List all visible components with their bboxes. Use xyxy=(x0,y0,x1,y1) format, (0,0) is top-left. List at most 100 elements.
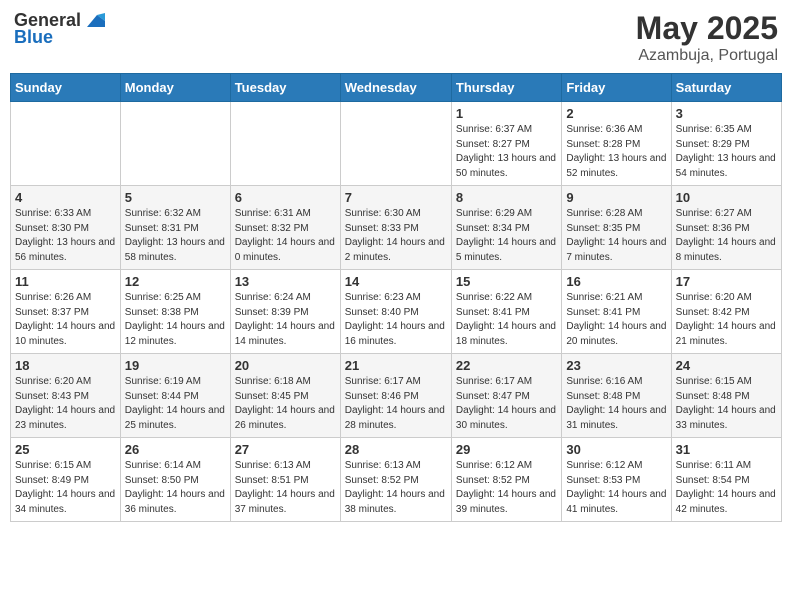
calendar-cell: 1 Sunrise: 6:37 AM Sunset: 8:27 PM Daylig… xyxy=(451,102,561,186)
day-info: Sunrise: 6:13 AM Sunset: 8:52 PM Dayligh… xyxy=(345,459,447,517)
calendar-cell: 12 Sunrise: 6:25 AM Sunset: 8:38 PM Dayli… xyxy=(120,270,230,354)
calendar-week-row: 11 Sunrise: 6:26 AM Sunset: 8:37 PM Dayli… xyxy=(11,270,782,354)
day-info: Sunrise: 6:26 AM Sunset: 8:37 PM Dayligh… xyxy=(15,291,116,349)
day-info: Sunrise: 6:21 AM Sunset: 8:41 PM Dayligh… xyxy=(566,291,666,349)
calendar-cell: 20 Sunrise: 6:18 AM Sunset: 8:45 PM Dayli… xyxy=(230,354,340,438)
page-header: General Blue May 2025 Azambuja, Portugal xyxy=(10,10,782,65)
calendar-cell: 9 Sunrise: 6:28 AM Sunset: 8:35 PM Daylig… xyxy=(562,186,671,270)
day-number: 13 xyxy=(235,274,336,289)
calendar-cell: 16 Sunrise: 6:21 AM Sunset: 8:41 PM Dayli… xyxy=(562,270,671,354)
day-number: 19 xyxy=(125,358,226,373)
calendar-cell: 15 Sunrise: 6:22 AM Sunset: 8:41 PM Dayli… xyxy=(451,270,561,354)
day-number: 1 xyxy=(456,106,557,121)
calendar-table: SundayMondayTuesdayWednesdayThursdayFrid… xyxy=(10,73,782,522)
day-number: 15 xyxy=(456,274,557,289)
calendar-cell: 21 Sunrise: 6:17 AM Sunset: 8:46 PM Dayli… xyxy=(340,354,451,438)
calendar-week-row: 25 Sunrise: 6:15 AM Sunset: 8:49 PM Dayli… xyxy=(11,438,782,522)
day-number: 8 xyxy=(456,190,557,205)
day-header-sunday: Sunday xyxy=(11,74,121,102)
day-number: 2 xyxy=(566,106,666,121)
day-info: Sunrise: 6:16 AM Sunset: 8:48 PM Dayligh… xyxy=(566,375,666,433)
day-info: Sunrise: 6:29 AM Sunset: 8:34 PM Dayligh… xyxy=(456,207,557,265)
day-info: Sunrise: 6:33 AM Sunset: 8:30 PM Dayligh… xyxy=(15,207,116,265)
day-info: Sunrise: 6:17 AM Sunset: 8:46 PM Dayligh… xyxy=(345,375,447,433)
day-header-thursday: Thursday xyxy=(451,74,561,102)
calendar-cell: 10 Sunrise: 6:27 AM Sunset: 8:36 PM Dayli… xyxy=(671,186,781,270)
calendar-header-row: SundayMondayTuesdayWednesdayThursdayFrid… xyxy=(11,74,782,102)
day-info: Sunrise: 6:15 AM Sunset: 8:49 PM Dayligh… xyxy=(15,459,116,517)
day-number: 17 xyxy=(676,274,777,289)
day-number: 10 xyxy=(676,190,777,205)
day-number: 12 xyxy=(125,274,226,289)
day-number: 22 xyxy=(456,358,557,373)
calendar-cell: 18 Sunrise: 6:20 AM Sunset: 8:43 PM Dayli… xyxy=(11,354,121,438)
day-number: 24 xyxy=(676,358,777,373)
day-info: Sunrise: 6:35 AM Sunset: 8:29 PM Dayligh… xyxy=(676,123,777,181)
day-info: Sunrise: 6:14 AM Sunset: 8:50 PM Dayligh… xyxy=(125,459,226,517)
day-number: 29 xyxy=(456,442,557,457)
calendar-cell: 5 Sunrise: 6:32 AM Sunset: 8:31 PM Daylig… xyxy=(120,186,230,270)
day-info: Sunrise: 6:28 AM Sunset: 8:35 PM Dayligh… xyxy=(566,207,666,265)
day-info: Sunrise: 6:12 AM Sunset: 8:52 PM Dayligh… xyxy=(456,459,557,517)
day-info: Sunrise: 6:25 AM Sunset: 8:38 PM Dayligh… xyxy=(125,291,226,349)
calendar-cell: 4Sunrise: 6:33 AM Sunset: 8:30 PM Daylig… xyxy=(11,186,121,270)
calendar-cell: 30Sunrise: 6:12 AM Sunset: 8:53 PM Dayli… xyxy=(562,438,671,522)
day-number: 23 xyxy=(566,358,666,373)
day-number: 7 xyxy=(345,190,447,205)
day-number: 11 xyxy=(15,274,116,289)
day-info: Sunrise: 6:22 AM Sunset: 8:41 PM Dayligh… xyxy=(456,291,557,349)
day-info: Sunrise: 6:30 AM Sunset: 8:33 PM Dayligh… xyxy=(345,207,447,265)
day-info: Sunrise: 6:32 AM Sunset: 8:31 PM Dayligh… xyxy=(125,207,226,265)
calendar-cell: 24 Sunrise: 6:15 AM Sunset: 8:48 PM Dayli… xyxy=(671,354,781,438)
calendar-cell: 11 Sunrise: 6:26 AM Sunset: 8:37 PM Dayli… xyxy=(11,270,121,354)
day-info: Sunrise: 6:20 AM Sunset: 8:43 PM Dayligh… xyxy=(15,375,116,433)
day-number: 20 xyxy=(235,358,336,373)
day-header-friday: Friday xyxy=(562,74,671,102)
day-info: Sunrise: 6:18 AM Sunset: 8:45 PM Dayligh… xyxy=(235,375,336,433)
calendar-cell xyxy=(340,102,451,186)
calendar-cell xyxy=(11,102,121,186)
day-number: 5 xyxy=(125,190,226,205)
day-number: 21 xyxy=(345,358,447,373)
logo-icon xyxy=(83,13,105,29)
day-header-wednesday: Wednesday xyxy=(340,74,451,102)
location: Azambuja, Portugal xyxy=(636,47,778,65)
calendar-cell: 6Sunrise: 6:31 AM Sunset: 8:32 PM Daylig… xyxy=(230,186,340,270)
calendar-week-row: 18 Sunrise: 6:20 AM Sunset: 8:43 PM Dayli… xyxy=(11,354,782,438)
calendar-cell: 19 Sunrise: 6:19 AM Sunset: 8:44 PM Dayli… xyxy=(120,354,230,438)
day-info: Sunrise: 6:12 AM Sunset: 8:53 PM Dayligh… xyxy=(566,459,666,517)
month-year: May 2025 xyxy=(636,10,778,47)
calendar-week-row: 1 Sunrise: 6:37 AM Sunset: 8:27 PM Daylig… xyxy=(11,102,782,186)
day-number: 16 xyxy=(566,274,666,289)
day-number: 31 xyxy=(676,442,777,457)
calendar-cell: 29 Sunrise: 6:12 AM Sunset: 8:52 PM Dayli… xyxy=(451,438,561,522)
day-info: Sunrise: 6:31 AM Sunset: 8:32 PM Dayligh… xyxy=(235,207,336,265)
day-number: 25 xyxy=(15,442,116,457)
day-header-saturday: Saturday xyxy=(671,74,781,102)
calendar-cell: 7 Sunrise: 6:30 AM Sunset: 8:33 PM Daylig… xyxy=(340,186,451,270)
day-header-tuesday: Tuesday xyxy=(230,74,340,102)
calendar-cell: 17 Sunrise: 6:20 AM Sunset: 8:42 PM Dayli… xyxy=(671,270,781,354)
calendar-cell: 8 Sunrise: 6:29 AM Sunset: 8:34 PM Daylig… xyxy=(451,186,561,270)
calendar-cell: 25 Sunrise: 6:15 AM Sunset: 8:49 PM Dayli… xyxy=(11,438,121,522)
calendar-cell: 14Sunrise: 6:23 AM Sunset: 8:40 PM Dayli… xyxy=(340,270,451,354)
logo-blue-text: Blue xyxy=(14,27,53,48)
calendar-week-row: 4Sunrise: 6:33 AM Sunset: 8:30 PM Daylig… xyxy=(11,186,782,270)
day-number: 18 xyxy=(15,358,116,373)
day-info: Sunrise: 6:19 AM Sunset: 8:44 PM Dayligh… xyxy=(125,375,226,433)
day-number: 27 xyxy=(235,442,336,457)
calendar-cell: 28Sunrise: 6:13 AM Sunset: 8:52 PM Dayli… xyxy=(340,438,451,522)
day-number: 3 xyxy=(676,106,777,121)
day-info: Sunrise: 6:17 AM Sunset: 8:47 PM Dayligh… xyxy=(456,375,557,433)
day-info: Sunrise: 6:27 AM Sunset: 8:36 PM Dayligh… xyxy=(676,207,777,265)
calendar-cell: 3 Sunrise: 6:35 AM Sunset: 8:29 PM Daylig… xyxy=(671,102,781,186)
logo: General Blue xyxy=(14,10,105,48)
day-info: Sunrise: 6:15 AM Sunset: 8:48 PM Dayligh… xyxy=(676,375,777,433)
day-info: Sunrise: 6:37 AM Sunset: 8:27 PM Dayligh… xyxy=(456,123,557,181)
day-info: Sunrise: 6:20 AM Sunset: 8:42 PM Dayligh… xyxy=(676,291,777,349)
day-number: 9 xyxy=(566,190,666,205)
calendar-cell: 22 Sunrise: 6:17 AM Sunset: 8:47 PM Dayli… xyxy=(451,354,561,438)
calendar-cell: 2Sunrise: 6:36 AM Sunset: 8:28 PM Daylig… xyxy=(562,102,671,186)
calendar-cell: 13Sunrise: 6:24 AM Sunset: 8:39 PM Dayli… xyxy=(230,270,340,354)
day-number: 14 xyxy=(345,274,447,289)
